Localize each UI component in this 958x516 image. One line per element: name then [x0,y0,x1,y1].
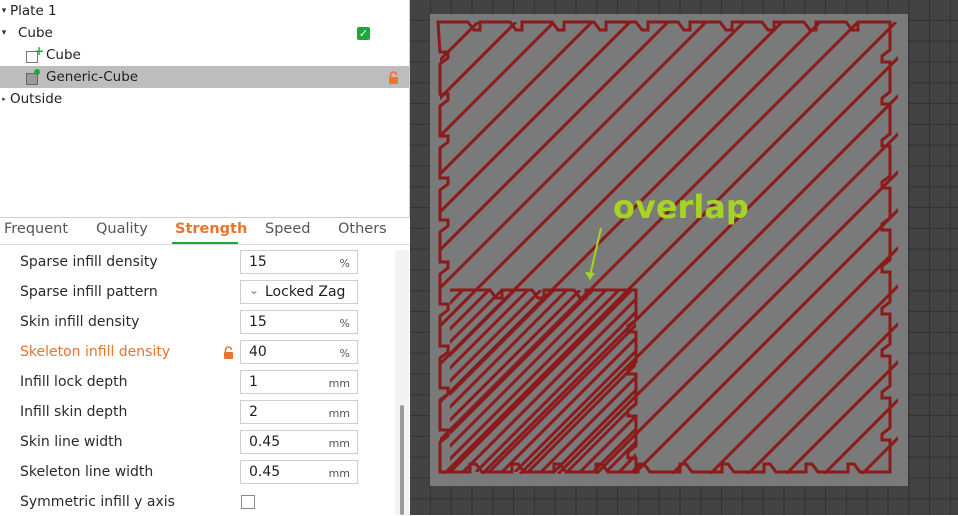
modifier-label: Generic-Cube [46,69,139,85]
setting-skeleton-infill-density: Skeleton infill density 40 % [0,340,395,366]
left-panel: ▾ Plate 1 ▾ Cube ✓ + Cube Generic-Cube ▸… [0,0,410,515]
settings-tabs: Frequent Quality Strength Speed Others [0,218,410,245]
value-text: 15 [249,254,267,270]
value-text: 15 [249,314,267,330]
object-label: Cube [18,25,53,41]
expand-arrow-icon[interactable]: ▸ [0,95,8,103]
collapse-arrow-icon[interactable]: ▾ [0,28,8,38]
setting-infill-skin-depth: Infill skin depth 2 mm [0,400,395,426]
unit-text: mm [328,467,350,480]
collapse-arrow-icon[interactable]: ▾ [0,6,8,16]
sparse-infill-pattern-select[interactable]: ⌄ Locked Zag [240,280,358,304]
tree-row-plate[interactable]: ▾ Plate 1 [0,0,409,22]
setting-label: Infill skin depth [20,404,128,420]
tree-row-part[interactable]: + Cube [0,44,409,66]
setting-infill-lock-depth: Infill lock depth 1 mm [0,370,395,396]
modifier-icon [26,69,40,85]
value-text: 2 [249,404,258,420]
setting-symmetric-infill-y-axis: Symmetric infill y axis [0,490,395,516]
setting-label: Skin line width [20,434,123,450]
setting-sparse-infill-pattern: Sparse infill pattern ⌄ Locked Zag [0,280,395,306]
skeleton-line-width-input[interactable]: 0.45 mm [240,460,358,484]
unit-text: mm [328,437,350,450]
setting-label: Sparse infill density [20,254,158,270]
checked-icon[interactable]: ✓ [357,27,370,40]
add-part-icon: + [26,44,44,63]
unit-text: mm [328,407,350,420]
tab-frequent[interactable]: Frequent [4,221,68,237]
skeleton-infill-density-input[interactable]: 40 % [240,340,358,364]
value-text: Locked Zag [265,284,346,300]
skin-line-width-input[interactable]: 0.45 mm [240,430,358,454]
sparse-infill-density-input[interactable]: 15 % [240,250,358,274]
setting-skin-line-width: Skin line width 0.45 mm [0,430,395,456]
symmetric-infill-checkbox[interactable] [241,495,255,509]
setting-label: Skeleton infill density [20,344,171,360]
tree-row-object[interactable]: ▾ Cube ✓ [0,22,409,44]
unit-text: % [339,317,350,330]
tree-row-modifier[interactable]: Generic-Cube [0,66,409,88]
active-tab-indicator [172,242,238,244]
infill-skin-depth-input[interactable]: 2 mm [240,400,358,424]
part-label: Cube [46,47,81,63]
settings-scrollbar[interactable] [395,250,409,515]
setting-label: Skeleton line width [20,464,154,480]
object-tree: ▾ Plate 1 ▾ Cube ✓ + Cube Generic-Cube ▸… [0,0,410,218]
tab-others[interactable]: Others [338,221,387,237]
toolpath-preview [410,0,958,515]
setting-sparse-infill-density: Sparse infill density 15 % [0,250,395,276]
value-text: 0.45 [249,434,281,450]
setting-label: Symmetric infill y axis [20,494,175,510]
tab-quality[interactable]: Quality [96,221,148,237]
value-text: 40 [249,344,267,360]
plate-label: Plate 1 [10,3,57,19]
tab-strength[interactable]: Strength [175,221,247,237]
unit-text: % [339,257,350,270]
skin-infill-density-input[interactable]: 15 % [240,310,358,334]
setting-skeleton-line-width: Skeleton line width 0.45 mm [0,460,395,486]
dropdown-chevron-icon: ⌄ [249,283,260,297]
lock-icon[interactable] [388,71,399,84]
infill-lock-depth-input[interactable]: 1 mm [240,370,358,394]
unit-text: % [339,347,350,360]
setting-label: Infill lock depth [20,374,128,390]
setting-label: Sparse infill pattern [20,284,158,300]
scroll-thumb[interactable] [400,405,404,515]
tree-row-outside[interactable]: ▸ Outside [0,88,409,110]
value-text: 0.45 [249,464,281,480]
outside-label: Outside [10,91,63,107]
lock-icon[interactable] [223,346,234,363]
overlap-annotation: overlap [613,188,749,226]
tab-speed[interactable]: Speed [265,221,310,237]
3d-viewport[interactable]: overlap [410,0,958,515]
value-text: 1 [249,374,258,390]
setting-label: Skin infill density [20,314,140,330]
setting-skin-infill-density: Skin infill density 15 % [0,310,395,336]
unit-text: mm [328,377,350,390]
